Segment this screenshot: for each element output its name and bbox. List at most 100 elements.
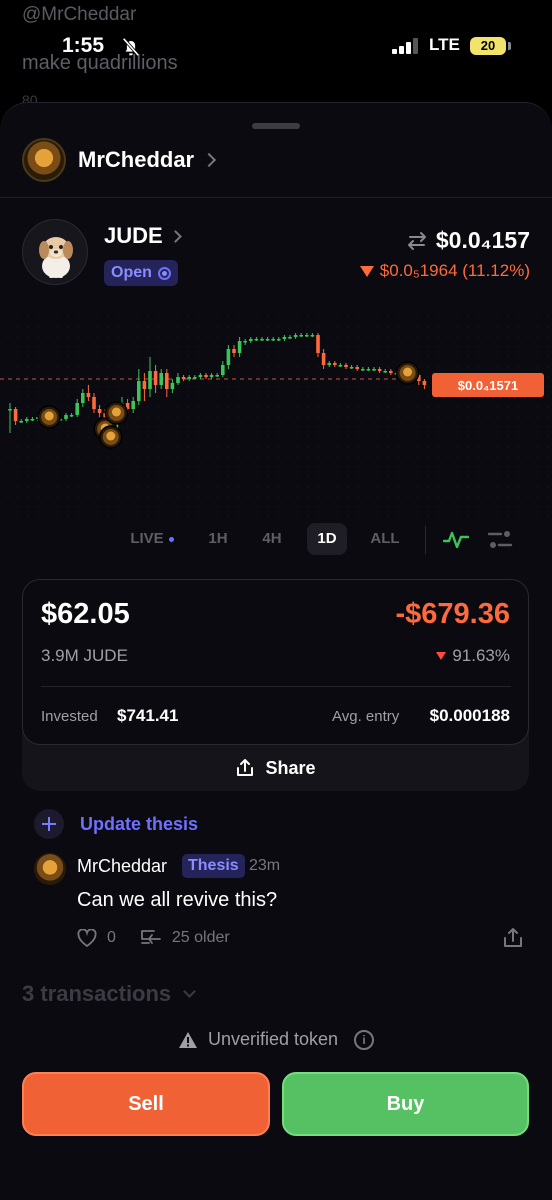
candle bbox=[321, 353, 326, 365]
update-thesis-label: Update thesis bbox=[80, 813, 199, 834]
chevron-right-icon bbox=[202, 152, 217, 168]
trade-marker-avatar[interactable] bbox=[395, 361, 420, 385]
creator-avatar bbox=[22, 138, 66, 182]
plus-icon bbox=[34, 809, 64, 839]
position-quantity: 3.9M JUDE bbox=[41, 646, 128, 665]
candle bbox=[64, 415, 68, 419]
candle bbox=[176, 377, 180, 383]
creator-row[interactable]: MrCheddar bbox=[22, 137, 217, 183]
candle bbox=[422, 381, 427, 385]
candle bbox=[372, 369, 376, 371]
candle bbox=[148, 371, 152, 389]
buy-button[interactable]: Buy bbox=[282, 1072, 529, 1136]
chevron-right-icon bbox=[168, 229, 182, 243]
chart-grid bbox=[7, 316, 549, 518]
thread-icon[interactable] bbox=[140, 929, 162, 947]
position-pnl-percent: 91.63% bbox=[436, 646, 510, 666]
candle bbox=[361, 369, 365, 371]
heart-icon[interactable] bbox=[77, 929, 97, 947]
update-thesis-button[interactable]: Update thesis bbox=[34, 809, 198, 839]
tab-all[interactable]: ALL bbox=[362, 523, 408, 555]
candle bbox=[92, 397, 96, 409]
tab-1h[interactable]: 1H bbox=[198, 523, 238, 555]
trade-marker-avatar[interactable] bbox=[99, 425, 123, 449]
candle bbox=[249, 339, 253, 341]
candle bbox=[327, 363, 331, 365]
avatar[interactable] bbox=[34, 853, 66, 885]
signal-icon bbox=[392, 38, 418, 54]
candle bbox=[187, 377, 191, 379]
candle bbox=[237, 341, 242, 353]
position-value: $62.05 bbox=[41, 598, 130, 630]
candle bbox=[159, 373, 163, 385]
status-badge: Open bbox=[104, 260, 178, 286]
candle bbox=[142, 381, 147, 389]
candle bbox=[271, 339, 275, 341]
candle bbox=[75, 403, 79, 415]
indicators-icon[interactable] bbox=[487, 528, 513, 552]
candle bbox=[299, 335, 303, 337]
current-price-tag: $0.0₄1571 bbox=[432, 373, 544, 397]
candle bbox=[131, 401, 135, 409]
candle bbox=[137, 381, 141, 401]
tab-live[interactable]: LIVE bbox=[118, 523, 186, 555]
background-handle: @MrCheddar bbox=[22, 4, 137, 25]
candle bbox=[181, 377, 186, 379]
thesis-badge: Thesis bbox=[182, 854, 245, 878]
sheet-grabber[interactable] bbox=[252, 123, 300, 129]
price-display[interactable]: $0.0₄157 bbox=[406, 227, 530, 254]
divider bbox=[0, 197, 552, 198]
status-bar: 1:55 LTE 20 bbox=[0, 30, 552, 62]
candle bbox=[338, 365, 343, 367]
timeframe-divider bbox=[425, 526, 426, 554]
down-triangle-icon bbox=[359, 265, 374, 277]
current-price-label: $0.0₄1571 bbox=[458, 378, 518, 393]
candle bbox=[198, 375, 203, 377]
info-icon[interactable]: i bbox=[354, 1029, 375, 1050]
token-name-row[interactable]: JUDE bbox=[104, 223, 182, 249]
candle bbox=[260, 339, 264, 341]
battery-tip bbox=[508, 42, 511, 50]
candle bbox=[204, 375, 208, 377]
post-time: 23m bbox=[249, 857, 281, 874]
price-change-value: $0.0₅1964 (11.12%) bbox=[379, 261, 530, 280]
status-dot-icon bbox=[157, 266, 171, 280]
candle bbox=[232, 349, 236, 353]
position-summary: $62.05 -$679.36 3.9M JUDE 91.63% Investe… bbox=[22, 579, 529, 745]
transactions-toggle[interactable]: 3 transactions bbox=[22, 981, 197, 1007]
candle bbox=[254, 339, 259, 341]
token-symbol: JUDE bbox=[104, 223, 163, 248]
share-button[interactable]: Share bbox=[22, 745, 529, 791]
line-chart-icon[interactable] bbox=[443, 529, 469, 551]
chevron-down-icon bbox=[183, 985, 197, 998]
tab-4h[interactable]: 4H bbox=[252, 523, 292, 555]
sell-button[interactable]: Sell bbox=[22, 1072, 270, 1136]
post-text: Can we all revive this? bbox=[77, 889, 278, 911]
candle bbox=[221, 365, 225, 375]
candle bbox=[377, 369, 382, 371]
candle bbox=[153, 371, 158, 385]
candle bbox=[355, 367, 359, 369]
candle bbox=[165, 373, 169, 389]
upload-icon[interactable] bbox=[502, 927, 524, 949]
status-badge-label: Open bbox=[111, 264, 152, 281]
tab-1d[interactable]: 1D bbox=[307, 523, 347, 555]
candle bbox=[310, 335, 315, 337]
candle bbox=[333, 363, 337, 365]
older-replies[interactable]: 25 older bbox=[172, 929, 230, 947]
transactions-label: 3 transactions bbox=[22, 981, 172, 1006]
candle bbox=[389, 371, 393, 373]
token-avatar[interactable] bbox=[22, 219, 88, 285]
warning-icon bbox=[178, 1031, 197, 1048]
candle bbox=[344, 365, 348, 367]
thesis-post: MrCheddar Thesis 23m Can we all revive t… bbox=[34, 853, 524, 953]
live-dot-icon bbox=[168, 536, 174, 542]
dog-plush-image bbox=[39, 237, 73, 278]
candle bbox=[349, 367, 354, 369]
candle bbox=[366, 369, 371, 371]
candle bbox=[69, 415, 74, 417]
creator-name: MrCheddar bbox=[78, 147, 195, 172]
trade-marker-avatar[interactable] bbox=[104, 401, 129, 425]
trade-marker-avatar[interactable] bbox=[37, 405, 61, 429]
post-author[interactable]: MrCheddar bbox=[77, 856, 167, 877]
